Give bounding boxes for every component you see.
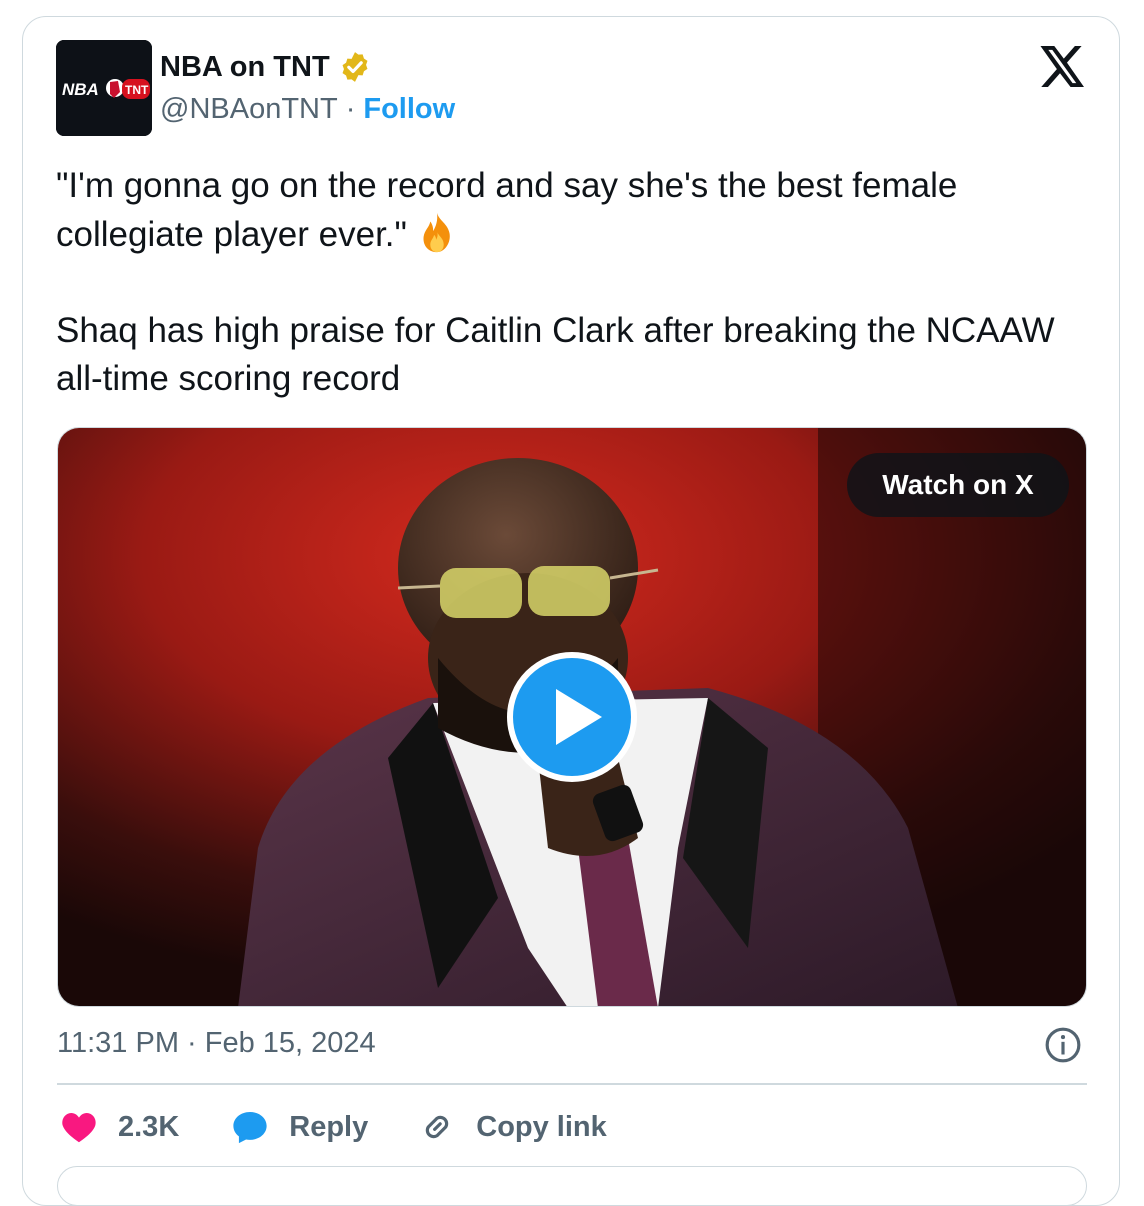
avatar[interactable]: NBA TNT: [56, 40, 152, 136]
verified-badge-icon: [342, 52, 368, 82]
separator: ·: [345, 93, 356, 125]
read-replies-bar[interactable]: [57, 1166, 1087, 1206]
author-handle[interactable]: @NBAonTNT: [160, 93, 338, 126]
info-icon[interactable]: [1044, 1026, 1082, 1064]
copy-link-label: Copy link: [476, 1110, 607, 1143]
heart-icon: [62, 1113, 96, 1143]
x-logo-icon[interactable]: [1040, 46, 1086, 88]
divider: [57, 1083, 1087, 1085]
tweet-quote-line: "I'm gonna go on the record and say she'…: [56, 162, 1096, 259]
reply-label: Reply: [289, 1110, 369, 1143]
link-icon: [426, 1115, 449, 1139]
fire-emoji-icon: [423, 212, 450, 253]
play-icon[interactable]: [506, 651, 638, 783]
author-name[interactable]: NBA on TNT: [160, 51, 330, 84]
copy-link-button[interactable]: Copy link: [418, 1108, 607, 1146]
svg-text:NBA: NBA: [62, 80, 99, 99]
timestamp[interactable]: 11:31 PM · Feb 15, 2024: [57, 1027, 376, 1060]
svg-text:TNT: TNT: [125, 83, 149, 97]
tweet-text: "I'm gonna go on the record and say she'…: [56, 162, 1096, 403]
author-name-row[interactable]: NBA on TNT: [160, 50, 372, 84]
reply-button[interactable]: Reply: [231, 1108, 368, 1146]
tweet-quote: "I'm gonna go on the record and say she'…: [56, 166, 958, 254]
reply-bubble-icon: [233, 1111, 267, 1144]
like-count: 2.3K: [118, 1110, 180, 1143]
tweet-body: Shaq has high praise for Caitlin Clark a…: [56, 311, 1055, 398]
like-button[interactable]: 2.3K: [60, 1108, 179, 1146]
action-bar: 2.3K Reply Copy link: [60, 1104, 607, 1150]
follow-button[interactable]: Follow: [363, 93, 455, 126]
video-player[interactable]: Watch on X: [57, 427, 1087, 1007]
watch-on-x-button[interactable]: Watch on X: [847, 453, 1069, 517]
nba-tnt-logo: NBA TNT: [56, 40, 152, 136]
handle-row: @NBAonTNT · Follow: [160, 93, 455, 126]
